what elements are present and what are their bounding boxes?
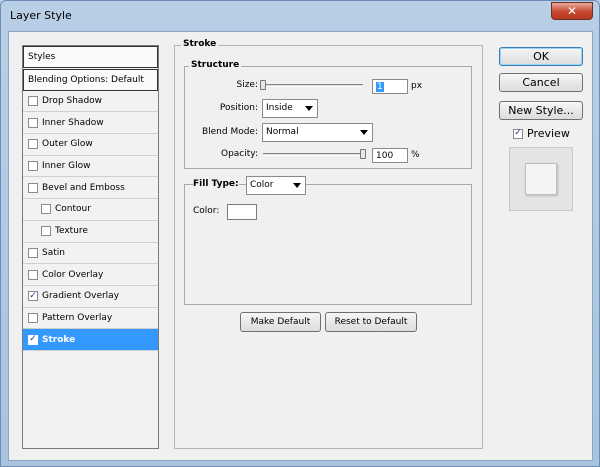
blend-mode-select[interactable]: Normal (262, 123, 373, 142)
style-item-drop-shadow[interactable]: Drop Shadow (23, 91, 158, 113)
make-default-label: Make Default (250, 317, 311, 327)
style-item-label: Inner Shadow (42, 117, 104, 128)
styles-list: Styles Blending Options: Default Drop Sh… (22, 45, 159, 449)
position-select[interactable]: Inside (262, 99, 318, 118)
style-item-label: Texture (55, 226, 88, 237)
style-checkbox[interactable] (28, 139, 38, 150)
style-item-label: Contour (55, 204, 91, 215)
style-item-outer-glow[interactable]: Outer Glow (23, 134, 158, 156)
size-slider-thumb[interactable] (260, 80, 266, 90)
style-checkbox[interactable] (41, 226, 51, 237)
cancel-button[interactable]: Cancel (499, 73, 583, 92)
style-item-label: Pattern Overlay (42, 312, 113, 323)
blend-mode-label: Blend Mode: (201, 127, 258, 137)
size-unit: px (411, 81, 423, 91)
make-default-button[interactable]: Make Default (240, 312, 321, 332)
position-value: Inside (266, 103, 293, 113)
cancel-label: Cancel (522, 76, 560, 89)
new-style-label: New Style... (508, 104, 574, 117)
style-checkbox[interactable] (28, 312, 38, 323)
title-bar[interactable]: Layer Style ✕ (1, 1, 599, 31)
ok-button[interactable]: OK (499, 47, 583, 66)
opacity-value: 100 (376, 151, 394, 161)
style-checkbox[interactable] (28, 96, 38, 107)
style-checkbox[interactable] (28, 117, 38, 128)
style-checkbox[interactable]: ✓ (28, 290, 38, 302)
style-preview-thumbnail (509, 147, 573, 211)
style-item-satin[interactable]: Satin (23, 243, 158, 265)
preview-toggle[interactable]: ✓ Preview (513, 127, 570, 140)
blend-mode-value: Normal (266, 127, 299, 137)
blending-options-item[interactable]: Blending Options: Default (23, 69, 158, 91)
size-label: Size: (236, 80, 258, 90)
style-item-bevel-and-emboss[interactable]: Bevel and Emboss (23, 177, 158, 200)
fill-group (184, 184, 472, 305)
size-slider-track[interactable] (263, 84, 363, 87)
style-item-gradient-overlay[interactable]: ✓ Gradient Overlay (23, 286, 158, 308)
opacity-slider-track[interactable] (263, 153, 363, 156)
style-checkbox[interactable] (28, 161, 38, 172)
style-item-label: Stroke (42, 334, 76, 345)
chevron-down-icon (305, 106, 313, 111)
reset-to-default-button[interactable]: Reset to Default (325, 312, 417, 332)
style-checkbox[interactable] (28, 269, 38, 280)
check-icon: ✓ (514, 128, 522, 138)
style-item-stroke[interactable]: ✓ Stroke (23, 329, 158, 351)
opacity-input[interactable]: 100 (372, 148, 408, 163)
preview-label: Preview (527, 127, 570, 140)
style-item-inner-shadow[interactable]: Inner Shadow (23, 112, 158, 135)
opacity-label: Opacity: (221, 149, 258, 159)
stroke-panel: Stroke Structure Size: 1 px Position: In… (174, 39, 483, 449)
dialog-body: Styles Blending Options: Default Drop Sh… (8, 31, 593, 461)
style-item-color-overlay[interactable]: Color Overlay (23, 264, 158, 286)
size-value: 1 (376, 82, 384, 92)
structure-title: Structure (189, 60, 242, 70)
style-item-contour[interactable]: Contour (23, 199, 158, 221)
style-item-inner-glow[interactable]: Inner Glow (23, 156, 158, 178)
style-item-label: Drop Shadow (42, 96, 103, 107)
reset-to-default-label: Reset to Default (334, 317, 408, 327)
stroke-section-title: Stroke (181, 39, 219, 49)
styles-header[interactable]: Styles (23, 46, 158, 68)
style-item-texture[interactable]: Texture (23, 221, 158, 243)
check-icon: ✓ (29, 290, 37, 301)
fill-type-select[interactable]: Color (246, 176, 306, 195)
style-item-label: Inner Glow (42, 161, 91, 172)
style-item-label: Bevel and Emboss (42, 182, 125, 193)
chevron-down-icon (360, 130, 368, 135)
window-title: Layer Style (10, 9, 72, 22)
color-swatch[interactable] (227, 204, 257, 220)
fill-type-label: Fill Type: (193, 179, 239, 189)
style-item-label: Gradient Overlay (42, 291, 120, 302)
preview-checkbox[interactable]: ✓ (513, 128, 523, 139)
style-checkbox[interactable] (41, 204, 51, 215)
style-item-pattern-overlay[interactable]: Pattern Overlay (23, 308, 158, 330)
size-input[interactable]: 1 (372, 79, 408, 94)
preview-sample (525, 163, 557, 195)
color-label: Color: (193, 206, 220, 216)
style-checkbox[interactable] (28, 182, 38, 193)
ok-label: OK (533, 50, 549, 63)
close-button[interactable]: ✕ (551, 2, 593, 20)
style-item-label: Satin (42, 247, 65, 258)
style-item-label: Outer Glow (42, 139, 93, 150)
position-label: Position: (219, 103, 258, 113)
opacity-slider-thumb[interactable] (360, 149, 366, 159)
chevron-down-icon (293, 183, 301, 188)
style-checkbox[interactable] (28, 247, 38, 258)
blending-options-label: Blending Options: Default (28, 74, 144, 85)
layer-style-dialog: Layer Style ✕ Styles Blending Options: D… (0, 0, 600, 467)
fill-type-value: Color (250, 180, 274, 190)
close-icon: ✕ (566, 4, 578, 18)
style-item-label: Color Overlay (42, 269, 104, 280)
check-icon: ✓ (29, 334, 37, 345)
style-checkbox[interactable]: ✓ (28, 334, 38, 345)
opacity-unit: % (411, 150, 420, 160)
new-style-button[interactable]: New Style... (499, 101, 583, 120)
